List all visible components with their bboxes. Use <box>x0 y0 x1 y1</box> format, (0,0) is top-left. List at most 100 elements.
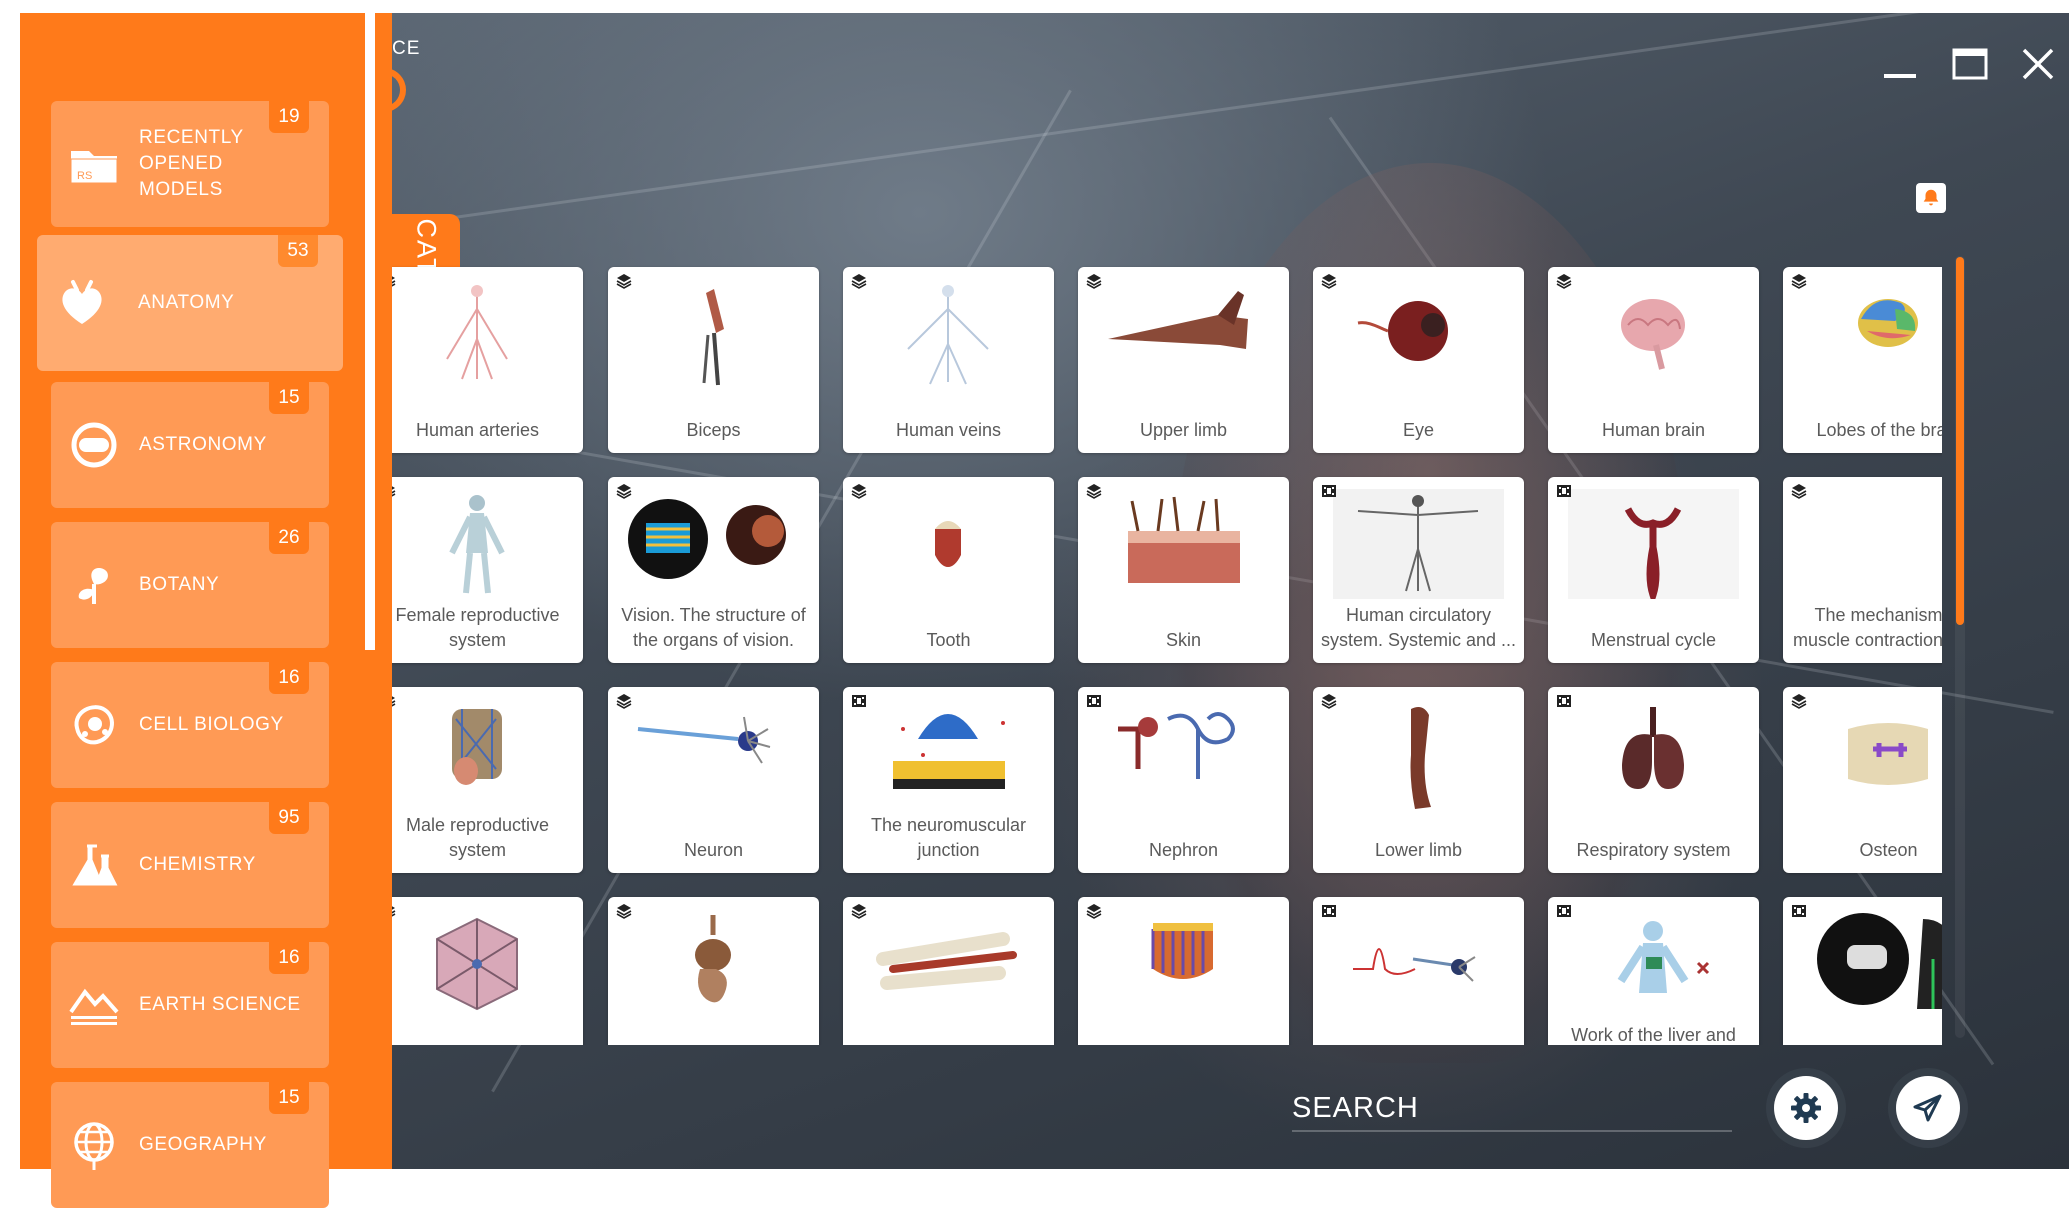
model-card[interactable]: Work of the liver and gallbladder <box>1548 897 1759 1045</box>
sidebar-item-cell-biology[interactable]: 16 CELL BIOLOGY <box>51 662 329 788</box>
settings-button[interactable] <box>1766 1068 1846 1148</box>
paper-plane-icon <box>1913 1094 1942 1122</box>
sidebar-item-astronomy[interactable]: 15 ASTRONOMY <box>51 382 329 508</box>
model-card[interactable]: Cross section of retina <box>1078 897 1289 1045</box>
model-thumbnail <box>628 909 799 1019</box>
sidebar-item-label: ANATOMY <box>138 292 235 313</box>
flask-icon <box>67 838 121 892</box>
sidebar-item-earth-science[interactable]: 16 EARTH SCIENCE <box>51 942 329 1068</box>
model-title: Human brain <box>1554 393 1753 443</box>
model-title-text: The neuromuscular junction <box>870 815 1027 860</box>
close-icon <box>2022 48 2054 80</box>
model-title-text: Lower limb <box>1374 840 1463 860</box>
notifications-button[interactable] <box>1916 183 1946 213</box>
model-card[interactable]: Lower limb <box>1313 687 1524 873</box>
film-badge <box>1556 483 1572 499</box>
sidebar-scrollbar[interactable] <box>365 13 375 650</box>
model-card[interactable]: Reflex arc <box>1783 897 1942 1045</box>
film-badge <box>1321 903 1337 919</box>
item-count: 16 <box>269 662 309 694</box>
share-button[interactable] <box>1888 1068 1968 1148</box>
model-card[interactable]: Menstrual cycle <box>1548 477 1759 663</box>
model-card[interactable]: Respiratory system <box>1548 687 1759 873</box>
model-thumbnail <box>1803 909 1942 1019</box>
model-card[interactable]: Human arteries <box>392 267 583 453</box>
close-button[interactable] <box>2018 44 2058 84</box>
sidebar-item-label: CELL BIOLOGY <box>139 714 284 735</box>
sidebar-item-geography[interactable]: 15 GEOGRAPHY <box>51 1082 329 1208</box>
film-icon <box>1322 485 1336 497</box>
model-thumbnail <box>1803 699 1942 809</box>
model-card[interactable]: Biceps <box>608 267 819 453</box>
models-grid: Human arteries Biceps Human veins Upper lim… <box>392 255 1942 1045</box>
model-title: Male reproductive system <box>392 813 577 863</box>
model-card[interactable]: Digestive system <box>608 897 819 1045</box>
model-title: Digestive system <box>614 1023 813 1045</box>
model-title-text: Human arteries <box>415 420 540 440</box>
layers-icon <box>851 484 867 499</box>
film-icon <box>852 695 866 707</box>
maximize-icon <box>1952 48 1988 80</box>
layers-badge <box>616 903 632 919</box>
model-thumbnail <box>1333 699 1504 809</box>
film-icon <box>1557 905 1571 917</box>
model-thumbnail <box>392 909 563 1019</box>
film-icon <box>1792 905 1806 917</box>
model-card[interactable]: Human veins <box>843 267 1054 453</box>
model-title: Cross section of retina <box>1084 1023 1283 1045</box>
layers-badge <box>616 693 632 709</box>
model-title: Action potential <box>1319 1023 1518 1045</box>
model-card[interactable]: Action potential <box>1313 897 1524 1045</box>
model-card[interactable]: Neuron <box>608 687 819 873</box>
model-title: Hepatic lobule <box>392 1023 577 1045</box>
model-title: Reflex arc <box>1789 1023 1942 1045</box>
grid-scrollbar-thumb[interactable] <box>1956 257 1964 625</box>
model-card[interactable]: Eye <box>1313 267 1524 453</box>
model-card[interactable]: Lobes of the brain <box>1783 267 1942 453</box>
film-badge <box>1321 483 1337 499</box>
model-card[interactable]: Human brain <box>1548 267 1759 453</box>
model-card[interactable]: Hepatic lobule <box>392 897 583 1045</box>
sidebar-item-recently-opened[interactable]: 19 RS RECENTLY OPENED MODELS <box>51 101 329 227</box>
model-title: Lobes of the brain <box>1789 393 1942 443</box>
layers-icon <box>1086 484 1102 499</box>
layers-badge <box>1556 273 1572 289</box>
model-card[interactable]: Upper limb <box>1078 267 1289 453</box>
model-title-text: Human brain <box>1601 420 1706 440</box>
layers-badge <box>616 273 632 289</box>
model-title-text: Nephron <box>1148 840 1219 860</box>
model-card[interactable]: Bone cross section <box>843 897 1054 1045</box>
model-card[interactable]: Skin <box>1078 477 1289 663</box>
layers-badge <box>392 903 396 919</box>
model-card[interactable]: The neuromuscular junction <box>843 687 1054 873</box>
model-card[interactable]: The mechanism of muscle contraction. Sl.… <box>1783 477 1942 663</box>
model-card[interactable]: Tooth <box>843 477 1054 663</box>
model-card[interactable]: Human circulatory system. Systemic and .… <box>1313 477 1524 663</box>
layers-icon <box>1321 274 1337 289</box>
sidebar-item-anatomy[interactable]: 53 ANATOMY <box>37 235 343 371</box>
model-card[interactable]: Female reproductive system <box>392 477 583 663</box>
maximize-button[interactable] <box>1950 44 1990 84</box>
minimize-button[interactable] <box>1880 44 1920 84</box>
model-card[interactable]: Male reproductive system <box>392 687 583 873</box>
model-thumbnail <box>628 699 799 809</box>
model-thumbnail <box>1098 489 1269 599</box>
model-card[interactable]: Vision. The structure of the organs of v… <box>608 477 819 663</box>
layers-icon <box>616 904 632 919</box>
model-title-text: Skin <box>1165 630 1201 650</box>
model-title-text: Male reproductive system <box>405 815 550 860</box>
model-title: Osteon <box>1789 813 1942 863</box>
search-input[interactable]: SEARCH <box>1292 1092 1419 1125</box>
model-card[interactable]: Osteon <box>1783 687 1942 873</box>
sidebar-item-chemistry[interactable]: 95 CHEMISTRY <box>51 802 329 928</box>
sidebar-item-botany[interactable]: 26 BOTANY <box>51 522 329 648</box>
layers-icon <box>392 906 396 917</box>
model-card[interactable]: Nephron <box>1078 687 1289 873</box>
layers-icon <box>851 904 867 919</box>
layers-badge <box>392 693 396 709</box>
model-thumbnail <box>392 489 563 599</box>
model-thumbnail <box>863 489 1034 599</box>
model-title-text: Upper limb <box>1139 420 1228 440</box>
astronaut-helmet-icon <box>67 418 121 472</box>
layers-badge <box>1321 273 1337 289</box>
